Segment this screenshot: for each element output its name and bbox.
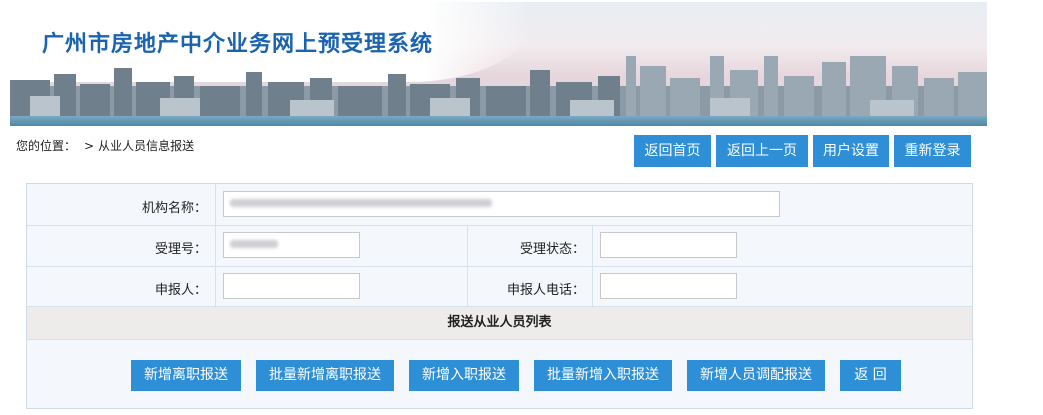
return-button[interactable]: 返 回: [840, 360, 901, 391]
applicant-phone-label: 申报人电话：: [506, 283, 585, 298]
acceptance-no-field[interactable]: [223, 232, 360, 258]
redacted-value: [230, 199, 492, 207]
header-banner: 广州市房地产中介业务网上预受理系统: [10, 2, 987, 126]
divider: [215, 267, 216, 306]
batch-add-onboarding-button[interactable]: 批量新增入职报送: [534, 360, 672, 391]
add-onboarding-button[interactable]: 新增入职报送: [409, 360, 519, 391]
breadcrumb-separator: >: [84, 139, 95, 153]
applicant-phone-field[interactable]: [600, 273, 737, 299]
breadcrumb: 您的位置： > 从业人员信息报送: [16, 137, 194, 154]
divider: [592, 267, 593, 306]
divider: [215, 184, 216, 225]
org-name-field[interactable]: [223, 191, 780, 217]
user-settings-button[interactable]: 用户设置: [813, 135, 889, 167]
breadcrumb-label: 您的位置：: [16, 139, 77, 153]
applicant-label: 申报人：: [154, 283, 207, 298]
banner-river: [10, 116, 987, 126]
org-name-label: 机构名称：: [141, 201, 207, 216]
site-title: 广州市房地产中介业务网上预受理系统: [42, 32, 434, 57]
home-button[interactable]: 返回首页: [634, 135, 711, 167]
form-row-applicant: 申报人： 申报人电话：: [27, 267, 972, 307]
breadcrumb-current: 从业人员信息报送: [98, 139, 195, 153]
redacted-value: [230, 240, 278, 248]
back-previous-button[interactable]: 返回上一页: [716, 135, 808, 167]
form-row-acceptance: 受理号： 受理状态：: [27, 226, 972, 267]
add-resignation-button[interactable]: 新增离职报送: [131, 360, 241, 391]
applicant-field[interactable]: [223, 273, 360, 299]
acceptance-status-field[interactable]: [600, 232, 737, 258]
divider: [215, 226, 216, 266]
add-staff-transfer-button[interactable]: 新增人员调配报送: [687, 360, 825, 391]
acceptance-form: 机构名称： 受理号： 受理状态： 申报人： 申报人电话： 报送从业人员列表 新增…: [26, 183, 973, 409]
staff-list-section-title: 报送从业人员列表: [27, 307, 972, 340]
divider: [592, 226, 593, 266]
batch-add-resignation-button[interactable]: 批量新增离职报送: [256, 360, 394, 391]
acceptance-no-label: 受理号：: [154, 242, 207, 257]
form-row-org: 机构名称：: [27, 184, 972, 226]
acceptance-status-label: 受理状态：: [519, 242, 585, 257]
relogin-button[interactable]: 重新登录: [894, 135, 971, 167]
